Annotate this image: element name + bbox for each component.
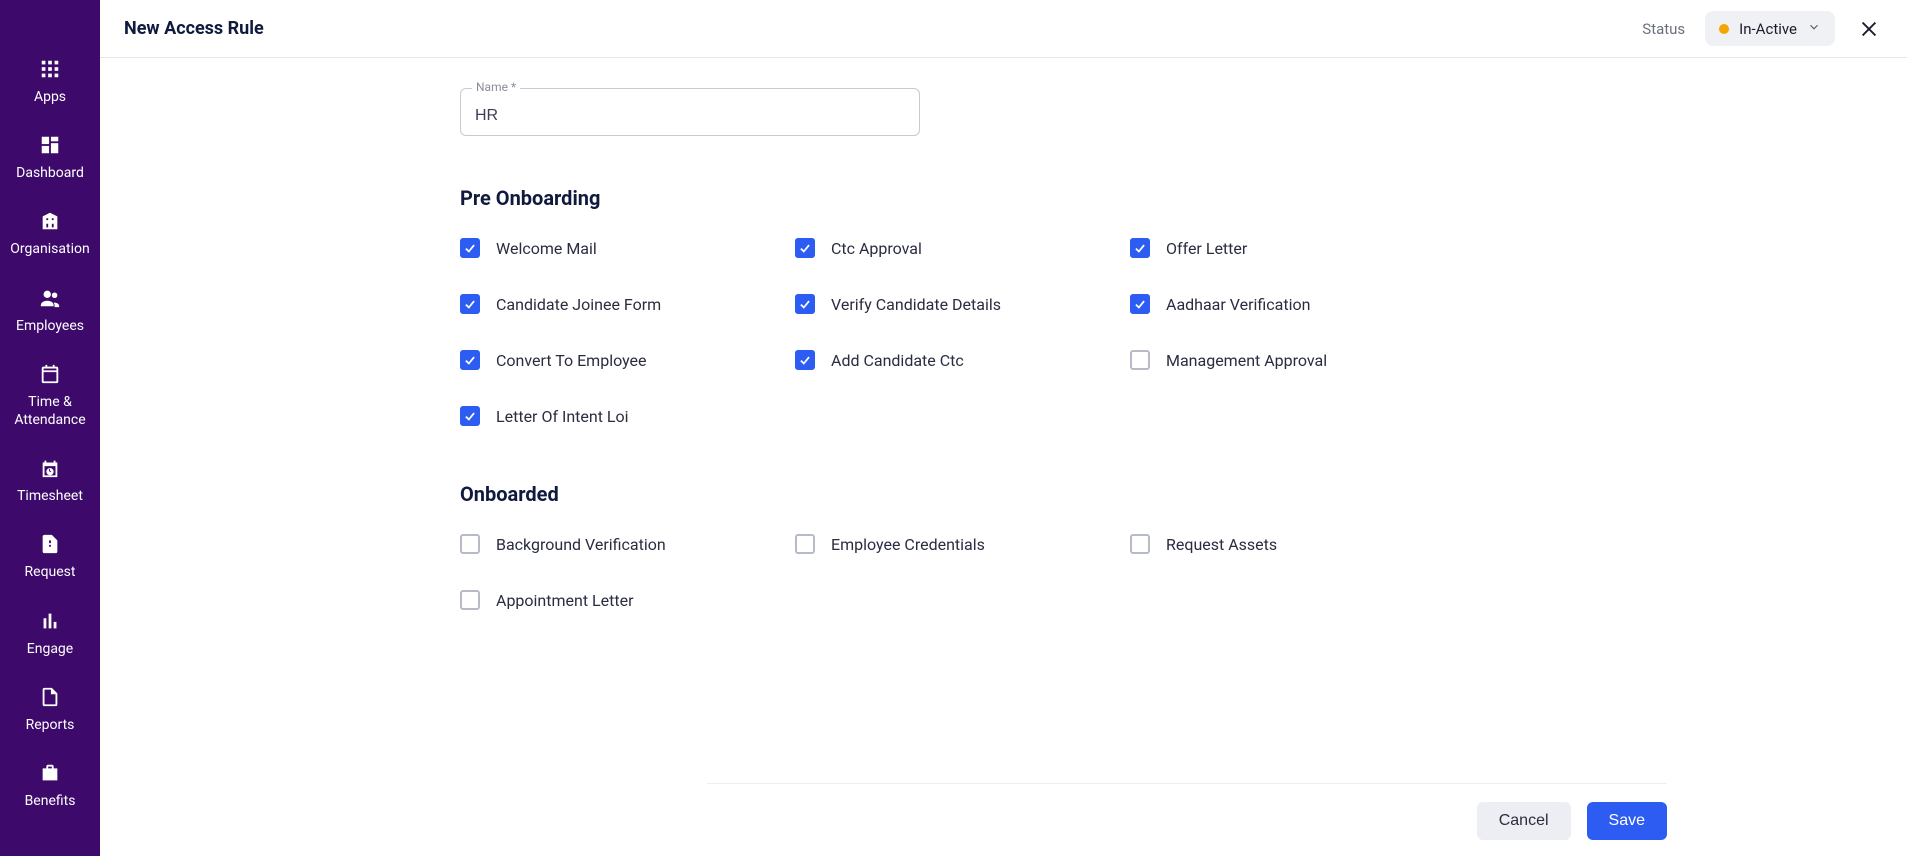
footer: Cancel Save bbox=[707, 783, 1667, 840]
section-title-onboarded: Onboarded bbox=[460, 482, 1460, 506]
sidebar-item-apps[interactable]: Apps bbox=[0, 48, 100, 124]
sidebar-item-label: Organisation bbox=[10, 240, 89, 258]
onboarded-grid: Background Verification Employee Credenti… bbox=[460, 534, 1460, 610]
checkbox-unchecked-icon bbox=[460, 534, 480, 554]
main: New Access Rule Status In-Active bbox=[100, 0, 1907, 856]
calendar-icon bbox=[39, 363, 61, 385]
checkbox-checked-icon bbox=[460, 238, 480, 258]
checkbox-checked-icon bbox=[460, 406, 480, 426]
sidebar-item-label: Timesheet bbox=[17, 487, 83, 505]
sidebar-item-timesheet[interactable]: Timesheet bbox=[0, 447, 100, 523]
apps-icon bbox=[39, 58, 61, 80]
checkbox-label: Aadhaar Verification bbox=[1166, 295, 1310, 314]
checkbox-item[interactable]: Offer Letter bbox=[1130, 238, 1465, 258]
engage-icon bbox=[39, 610, 61, 632]
timesheet-icon bbox=[39, 457, 61, 479]
checkbox-item[interactable]: Verify Candidate Details bbox=[795, 294, 1130, 314]
checkbox-unchecked-icon bbox=[1130, 534, 1150, 554]
sidebar-item-request[interactable]: Request bbox=[0, 523, 100, 599]
checkbox-unchecked-icon bbox=[795, 534, 815, 554]
status-value: In-Active bbox=[1739, 20, 1797, 38]
employees-icon bbox=[39, 287, 61, 309]
status-dropdown[interactable]: In-Active bbox=[1705, 11, 1835, 46]
checkbox-label: Welcome Mail bbox=[496, 239, 597, 258]
checkbox-checked-icon bbox=[1130, 294, 1150, 314]
checkbox-label: Appointment Letter bbox=[496, 591, 634, 610]
pre-onboarding-grid: Welcome Mail Ctc Approval Offer Letter Cand… bbox=[460, 238, 1460, 426]
checkbox-item[interactable]: Add Candidate Ctc bbox=[795, 350, 1130, 370]
page-title: New Access Rule bbox=[124, 18, 264, 39]
checkbox-label: Convert To Employee bbox=[496, 351, 647, 370]
checkbox-checked-icon bbox=[795, 238, 815, 258]
sidebar-item-engage[interactable]: Engage bbox=[0, 600, 100, 676]
section-title-pre-onboarding: Pre Onboarding bbox=[460, 186, 1460, 210]
checkbox-item[interactable]: Request Assets bbox=[1130, 534, 1465, 554]
checkbox-label: Management Approval bbox=[1166, 351, 1327, 370]
checkbox-checked-icon bbox=[1130, 238, 1150, 258]
checkbox-item[interactable]: Ctc Approval bbox=[795, 238, 1130, 258]
sidebar-item-benefits[interactable]: Benefits bbox=[0, 752, 100, 828]
content: Name * Pre Onboarding Welcome Mail Ctc Ap… bbox=[100, 58, 1907, 856]
sidebar-item-organisation[interactable]: Organisation bbox=[0, 200, 100, 276]
checkbox-unchecked-icon bbox=[460, 590, 480, 610]
sidebar-item-label: Engage bbox=[27, 640, 73, 658]
header-right: Status In-Active bbox=[1642, 11, 1883, 46]
sidebar-item-label: Reports bbox=[26, 716, 75, 734]
sidebar-item-time-attendance[interactable]: Time & Attendance bbox=[0, 353, 100, 447]
close-button[interactable] bbox=[1855, 15, 1883, 43]
sidebar-item-label: Time & Attendance bbox=[4, 393, 96, 429]
checkbox-item[interactable]: Employee Credentials bbox=[795, 534, 1130, 554]
checkbox-checked-icon bbox=[460, 294, 480, 314]
sidebar-item-label: Apps bbox=[34, 88, 66, 106]
checkbox-label: Letter Of Intent Loi bbox=[496, 407, 629, 426]
checkbox-unchecked-icon bbox=[1130, 350, 1150, 370]
checkbox-checked-icon bbox=[460, 350, 480, 370]
organisation-icon bbox=[39, 210, 61, 232]
checkbox-label: Candidate Joinee Form bbox=[496, 295, 661, 314]
sidebar-item-label: Request bbox=[25, 563, 76, 581]
sidebar-item-label: Dashboard bbox=[16, 164, 84, 182]
chevron-down-icon bbox=[1807, 19, 1821, 38]
sidebar-item-reports[interactable]: Reports bbox=[0, 676, 100, 752]
save-button[interactable]: Save bbox=[1587, 802, 1667, 840]
checkbox-item[interactable]: Candidate Joinee Form bbox=[460, 294, 795, 314]
checkbox-label: Ctc Approval bbox=[831, 239, 922, 258]
sidebar-item-label: Employees bbox=[16, 317, 84, 335]
sidebar-item-employees[interactable]: Employees bbox=[0, 277, 100, 353]
header: New Access Rule Status In-Active bbox=[100, 0, 1907, 58]
checkbox-checked-icon bbox=[795, 294, 815, 314]
checkbox-item[interactable]: Welcome Mail bbox=[460, 238, 795, 258]
cancel-button[interactable]: Cancel bbox=[1477, 802, 1571, 840]
reports-icon bbox=[39, 686, 61, 708]
checkbox-label: Background Verification bbox=[496, 535, 666, 554]
status-dot-icon bbox=[1719, 24, 1729, 34]
request-icon bbox=[39, 533, 61, 555]
sidebar: Apps Dashboard Organisation Employees Ti… bbox=[0, 0, 100, 856]
benefits-icon bbox=[39, 762, 61, 784]
checkbox-label: Request Assets bbox=[1166, 535, 1277, 554]
checkbox-label: Add Candidate Ctc bbox=[831, 351, 964, 370]
sidebar-item-dashboard[interactable]: Dashboard bbox=[0, 124, 100, 200]
checkbox-label: Offer Letter bbox=[1166, 239, 1247, 258]
checkbox-item[interactable]: Letter Of Intent Loi bbox=[460, 406, 795, 426]
checkbox-checked-icon bbox=[795, 350, 815, 370]
name-field-wrapper: Name * bbox=[460, 88, 920, 136]
dashboard-icon bbox=[39, 134, 61, 156]
status-label: Status bbox=[1642, 20, 1685, 38]
checkbox-item[interactable]: Background Verification bbox=[460, 534, 795, 554]
checkbox-item[interactable]: Convert To Employee bbox=[460, 350, 795, 370]
sidebar-item-label: Benefits bbox=[25, 792, 76, 810]
checkbox-item[interactable]: Appointment Letter bbox=[460, 590, 795, 610]
name-field-label: Name * bbox=[472, 80, 520, 94]
checkbox-item[interactable]: Management Approval bbox=[1130, 350, 1465, 370]
checkbox-label: Verify Candidate Details bbox=[831, 295, 1001, 314]
name-input[interactable] bbox=[460, 88, 920, 136]
checkbox-item[interactable]: Aadhaar Verification bbox=[1130, 294, 1465, 314]
checkbox-label: Employee Credentials bbox=[831, 535, 985, 554]
